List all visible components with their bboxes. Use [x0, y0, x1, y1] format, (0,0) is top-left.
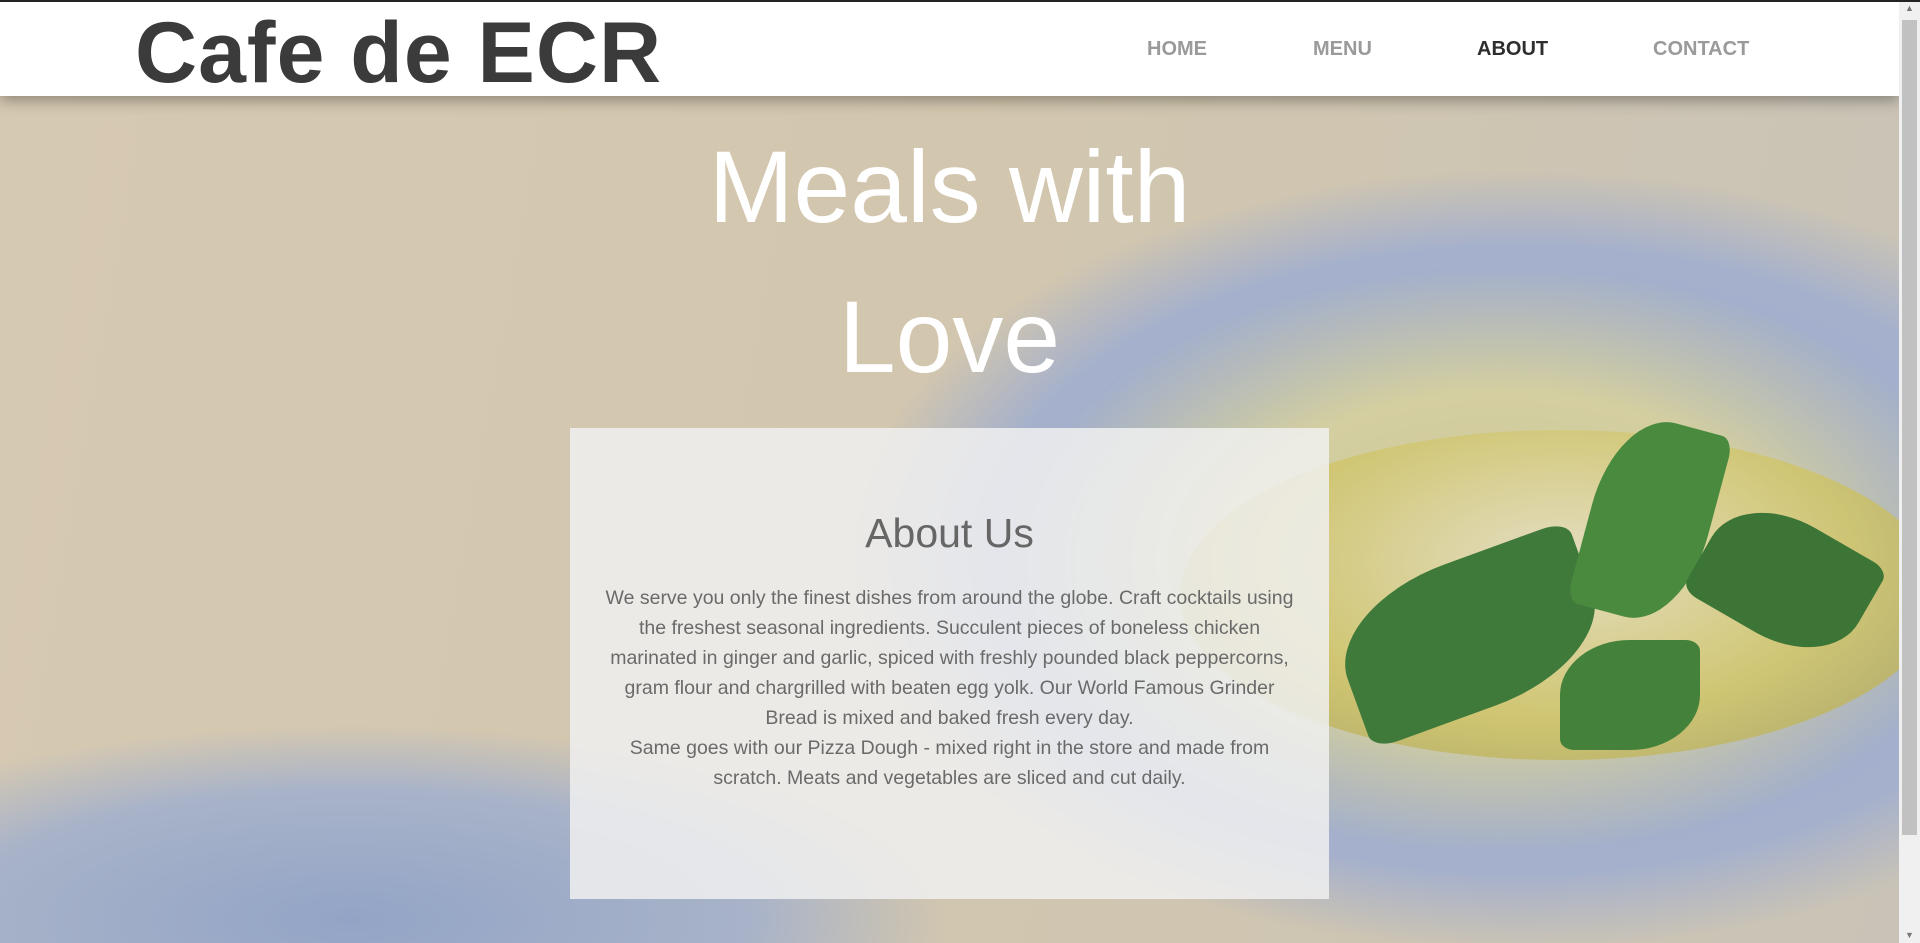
- nav-menu[interactable]: MENU: [1313, 38, 1372, 61]
- hero-title-line2: Love: [838, 280, 1061, 394]
- about-paragraph-1: We serve you only the finest dishes from…: [605, 587, 1294, 729]
- window-top-border: [0, 0, 1920, 2]
- parsley-image: [1560, 640, 1700, 750]
- about-heading: About Us: [865, 510, 1034, 556]
- about-paragraph-2: Same goes with our Pizza Dough - mixed r…: [629, 737, 1270, 789]
- site-header: Cafe de ECR HOME MENU ABOUT CONTACT: [0, 2, 1899, 101]
- nav-contact[interactable]: CONTACT: [1653, 38, 1749, 61]
- hero-title: Meals with Love: [0, 112, 1899, 412]
- nav-home[interactable]: HOME: [1147, 38, 1207, 61]
- hero-title-line1: Meals with: [708, 130, 1191, 244]
- about-card: About Us We serve you only the finest di…: [570, 428, 1329, 899]
- nav-about[interactable]: ABOUT: [1477, 38, 1548, 61]
- about-text: We serve you only the finest dishes from…: [604, 583, 1295, 793]
- vertical-scrollbar[interactable]: ▲ ▼: [1899, 0, 1920, 943]
- scroll-up-arrow-icon[interactable]: ▲: [1905, 3, 1914, 13]
- site-logo[interactable]: Cafe de ECR: [135, 4, 662, 103]
- scrollbar-thumb[interactable]: [1902, 20, 1917, 835]
- scroll-down-arrow-icon[interactable]: ▼: [1905, 930, 1914, 940]
